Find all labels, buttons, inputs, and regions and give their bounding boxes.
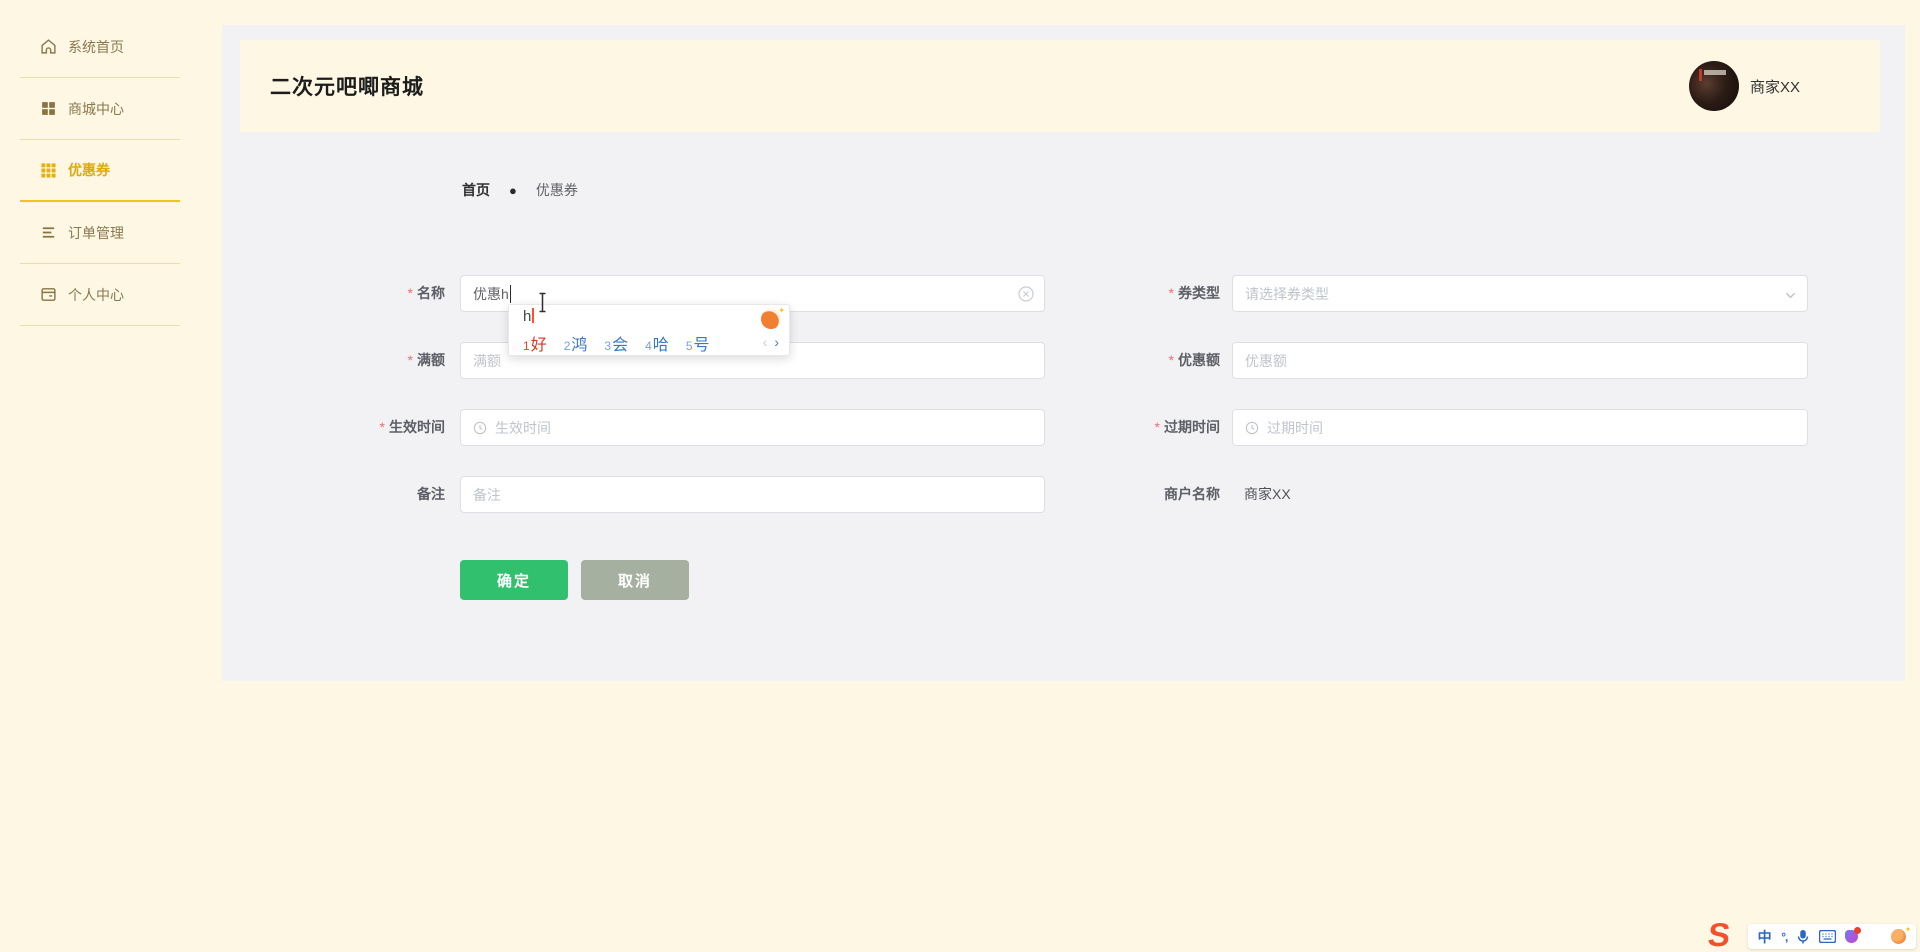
- min-amount-label: * 满额: [407, 352, 445, 368]
- breadcrumb: 首页 ● 优惠券: [462, 180, 578, 200]
- avatar: [1688, 61, 1739, 111]
- grid-3x3-icon: [40, 162, 57, 179]
- keyboard-icon[interactable]: [1818, 924, 1836, 949]
- ime-candidate[interactable]: 4哈: [645, 331, 669, 355]
- coupon-type-label: * 券类型: [1168, 285, 1220, 301]
- text-caret: [509, 284, 511, 303]
- ime-toolbar: 中 °,: [1748, 924, 1916, 949]
- cancel-button[interactable]: 取消: [581, 560, 689, 600]
- required-marker: *: [379, 419, 385, 435]
- ime-next-page-icon[interactable]: ›: [774, 334, 779, 350]
- header-bar: 二次元吧唧商城 商家XX: [240, 40, 1880, 132]
- discount-amount-input[interactable]: 优惠额: [1232, 342, 1808, 379]
- sidebar-item-system-home[interactable]: 系统首页: [20, 16, 180, 78]
- coupon-type-placeholder: 请选择券类型: [1245, 285, 1329, 302]
- grid-2x2-icon: [40, 100, 57, 117]
- name-label: * 名称: [407, 285, 445, 301]
- sidebar-item-coupons[interactable]: 优惠券: [20, 140, 180, 202]
- microphone-icon[interactable]: [1797, 924, 1809, 949]
- sidebar-item-label: 个人中心: [68, 286, 124, 303]
- ime-candidate[interactable]: 5号: [686, 331, 710, 355]
- expire-time-input[interactable]: 过期时间: [1232, 409, 1808, 446]
- chinese-mode-icon[interactable]: 中: [1758, 924, 1772, 949]
- breadcrumb-home[interactable]: 首页: [462, 180, 490, 200]
- required-marker: *: [1154, 419, 1160, 435]
- page-title: 二次元吧唧商城: [270, 76, 424, 99]
- ime-pager: ‹ ›: [763, 334, 779, 350]
- sidebar-item-label: 商城中心: [68, 100, 124, 117]
- ime-pinyin: h: [523, 308, 534, 325]
- breadcrumb-current: 优惠券: [535, 182, 578, 198]
- effective-time-input[interactable]: 生效时间: [460, 409, 1045, 446]
- confirm-button[interactable]: 确定: [460, 560, 568, 600]
- required-marker: *: [1168, 352, 1174, 368]
- required-marker: *: [1168, 285, 1174, 301]
- sidebar: 系统首页 商城中心 优惠券 订单管理 个人中心: [0, 0, 222, 952]
- merchant-label: 商户名称: [1164, 486, 1220, 502]
- expire-time-label: * 过期时间: [1154, 419, 1220, 435]
- sidebar-item-label: 系统首页: [68, 38, 124, 55]
- merchant-name: 商家XX: [1749, 78, 1800, 96]
- emoji-icon[interactable]: [1891, 925, 1911, 944]
- ime-candidate-popup: h 1好 2鸿 3会 4哈 5号 ‹ ›: [508, 304, 790, 356]
- ime-candidate-list: 1好 2鸿 3会 4哈 5号: [523, 331, 710, 355]
- punctuation-icon[interactable]: °,: [1781, 924, 1788, 949]
- clock-icon: [1245, 421, 1259, 434]
- required-marker: *: [407, 285, 413, 301]
- ime-candidate[interactable]: 3会: [604, 331, 628, 355]
- toolbox-icon[interactable]: [1868, 930, 1882, 944]
- merchant-value: 商家XX: [1244, 486, 1291, 502]
- sidebar-item-label: 订单管理: [68, 224, 124, 241]
- sogou-badge-icon: [761, 306, 785, 329]
- discount-amount-label: * 优惠额: [1168, 352, 1220, 368]
- required-marker: *: [407, 352, 413, 368]
- sidebar-item-orders[interactable]: 订单管理: [20, 202, 180, 264]
- user-info[interactable]: 商家XX: [1688, 40, 1800, 132]
- effective-time-placeholder: 生效时间: [495, 419, 551, 436]
- effective-time-label: * 生效时间: [379, 419, 445, 435]
- min-amount-placeholder: 满额: [473, 352, 501, 369]
- card-icon: [40, 286, 57, 303]
- skin-icon[interactable]: [1845, 927, 1862, 943]
- mouse-ibeam-cursor: [536, 292, 549, 318]
- clock-icon: [473, 421, 487, 434]
- name-input-value: 优惠h: [473, 285, 509, 302]
- sidebar-item-mall-center[interactable]: 商城中心: [20, 78, 180, 140]
- expire-time-placeholder: 过期时间: [1267, 419, 1323, 436]
- sogou-logo-icon[interactable]: S: [1706, 916, 1732, 952]
- breadcrumb-separator-icon: ●: [509, 182, 517, 198]
- home-icon: [40, 38, 57, 55]
- remark-placeholder: 备注: [473, 486, 501, 503]
- clear-icon[interactable]: [1018, 286, 1034, 302]
- sidebar-item-label: 优惠券: [68, 162, 110, 178]
- chevron-down-icon: [1785, 292, 1796, 299]
- coupon-type-select[interactable]: 请选择券类型: [1232, 275, 1808, 312]
- discount-amount-placeholder: 优惠额: [1245, 352, 1287, 369]
- sidebar-item-profile[interactable]: 个人中心: [20, 264, 180, 326]
- remark-label: 备注: [417, 486, 445, 502]
- ime-candidate[interactable]: 1好: [523, 331, 547, 355]
- ime-candidate[interactable]: 2鸿: [564, 331, 588, 355]
- ime-prev-page-icon[interactable]: ‹: [763, 334, 768, 350]
- list-icon: [40, 224, 57, 241]
- remark-input[interactable]: 备注: [460, 476, 1045, 513]
